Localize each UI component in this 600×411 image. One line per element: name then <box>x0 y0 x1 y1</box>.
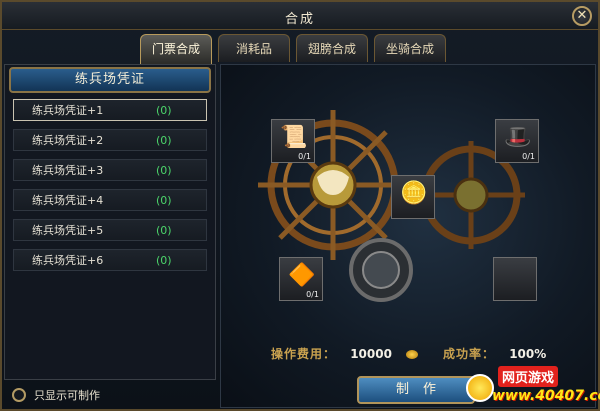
cost-label: 操作费用： <box>271 347 337 361</box>
item-name: 练兵场凭证+6 <box>32 254 104 267</box>
list-item[interactable]: 练兵场凭证+5 (0) <box>13 219 207 241</box>
window-title: 合成 <box>284 12 315 27</box>
list-item[interactable]: 练兵场凭证+4 (0) <box>13 189 207 211</box>
pirate-coin-icon: 🪙 <box>400 181 428 206</box>
tab-mount-synthesis[interactable]: 坐骑合成 <box>374 34 446 62</box>
item-name: 练兵场凭证+4 <box>32 194 104 207</box>
item-count: (0) <box>156 223 172 237</box>
mascot-icon <box>466 374 494 402</box>
item-name: 练兵场凭证+5 <box>32 224 104 237</box>
material-slot-scroll[interactable]: 📜 0/1 <box>271 119 315 163</box>
empty-material-slot[interactable] <box>493 257 537 301</box>
site-watermark: 网页游戏 www.40407.com <box>464 364 600 410</box>
item-count: (0) <box>156 163 172 177</box>
slot-quantity: 0/1 <box>522 152 535 161</box>
cost-row: 操作费用： 10000 <box>271 345 419 362</box>
title-bar: 合成 ✕ <box>2 2 598 30</box>
result-slot[interactable]: 🪙 <box>391 175 435 219</box>
item-count: (0) <box>156 193 172 207</box>
list-item[interactable]: 练兵场凭证+1 (0) <box>13 99 207 121</box>
watermark-top-text: 网页游戏 <box>498 366 559 387</box>
list-item[interactable]: 练兵场凭证+3 (0) <box>13 159 207 181</box>
craftable-filter: 只显示可制作 <box>12 387 100 403</box>
item-name: 练兵场凭证+3 <box>32 164 104 177</box>
recipe-category-header[interactable]: 练兵场凭证 <box>9 67 211 93</box>
crystal-icon: 🔶 <box>288 263 316 288</box>
synthesis-panel: 📜 0/1 🎩 0/1 🪙 🔶 0/1 操作费用： 10000 成功率： 100… <box>220 64 596 408</box>
material-slot-crystal[interactable]: 🔶 0/1 <box>279 257 323 301</box>
list-item[interactable]: 练兵场凭证+6 (0) <box>13 249 207 271</box>
item-count: (0) <box>156 103 172 117</box>
recipe-list-panel: 练兵场凭证 练兵场凭证+1 (0) 练兵场凭证+2 (0) 练兵场凭证+3 (0… <box>4 64 216 380</box>
craftable-only-label: 只显示可制作 <box>34 389 100 402</box>
scroll-icon: 📜 <box>280 125 308 150</box>
cost-value: 10000 <box>350 347 392 361</box>
item-count: (0) <box>156 253 172 267</box>
tab-wing-synthesis[interactable]: 翅膀合成 <box>296 34 368 62</box>
success-rate-label: 成功率： <box>443 347 496 361</box>
slot-quantity: 0/1 <box>306 290 319 299</box>
tab-consumables[interactable]: 消耗品 <box>218 34 290 62</box>
item-name: 练兵场凭证+2 <box>32 134 104 147</box>
close-button[interactable]: ✕ <box>572 6 592 26</box>
synthesis-window: 合成 ✕ 门票合成 消耗品 翅膀合成 坐骑合成 练兵场凭证 练兵场凭证+1 (0… <box>0 0 600 411</box>
recipe-list: 练兵场凭证+1 (0) 练兵场凭证+2 (0) 练兵场凭证+3 (0) 练兵场凭… <box>13 99 207 279</box>
slot-quantity: 0/1 <box>298 152 311 161</box>
success-rate-row: 成功率： 100% <box>443 345 546 362</box>
make-button[interactable]: 制作 <box>357 376 475 404</box>
tab-bar: 门票合成 消耗品 翅膀合成 坐骑合成 <box>140 34 446 64</box>
tab-ticket-synthesis[interactable]: 门票合成 <box>140 34 212 64</box>
coin-icon <box>406 350 419 359</box>
material-slot-hat[interactable]: 🎩 0/1 <box>495 119 539 163</box>
success-rate-value: 100% <box>509 347 547 361</box>
item-count: (0) <box>156 133 172 147</box>
craftable-only-radio[interactable] <box>12 388 26 402</box>
pirate-hat-icon: 🎩 <box>504 125 532 150</box>
list-item[interactable]: 练兵场凭证+2 (0) <box>13 129 207 151</box>
item-name: 练兵场凭证+1 <box>32 104 104 117</box>
watermark-url: www.40407.com <box>492 388 600 404</box>
